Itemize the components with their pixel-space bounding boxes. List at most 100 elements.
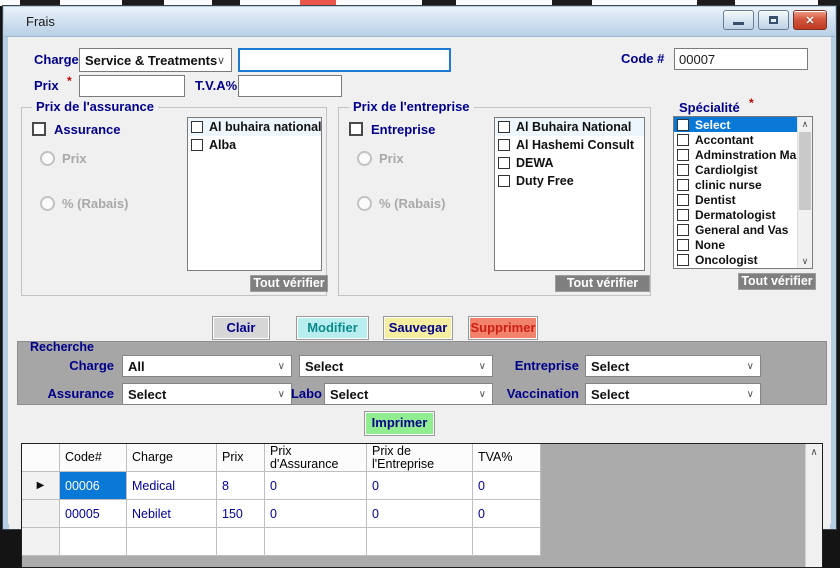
checkbox-icon[interactable] <box>677 209 689 221</box>
scrollbar-thumb[interactable] <box>799 132 811 210</box>
list-item[interactable]: Select <box>674 117 797 132</box>
assurance-check-all-button[interactable]: Tout vérifier <box>250 275 328 292</box>
grid-cell[interactable]: 0 <box>367 472 473 500</box>
checkbox-icon[interactable] <box>677 194 689 206</box>
charge-name-input[interactable] <box>238 48 451 72</box>
specialite-checklist[interactable]: ∧ ∨ SelectAccontantAdminstration MaCardi… <box>673 116 813 269</box>
prix-input[interactable] <box>79 75 185 97</box>
grid-cell[interactable]: 0 <box>265 500 367 528</box>
checkbox-icon[interactable] <box>498 139 510 151</box>
assurance-prix-radio-label: Prix <box>62 151 87 166</box>
specialite-check-all-button[interactable]: Tout vérifier <box>738 273 816 290</box>
checkbox-icon[interactable] <box>498 157 510 169</box>
entreprise-checkbox[interactable] <box>349 122 363 136</box>
recherche-labo-combobox[interactable]: Select ∨ <box>324 383 493 405</box>
checkbox-icon[interactable] <box>677 239 689 251</box>
grid-cell[interactable]: Nebilet <box>127 500 217 528</box>
grid-header-cell[interactable]: Code# <box>60 444 127 472</box>
assurance-rabais-radio[interactable] <box>40 196 55 211</box>
list-item[interactable]: Adminstration Ma <box>674 147 797 162</box>
minimize-button[interactable] <box>723 10 754 30</box>
grid-cell[interactable]: Medical <box>127 472 217 500</box>
recherche-charge-type-combobox[interactable]: Select ∨ <box>299 355 493 377</box>
checkbox-icon[interactable] <box>498 175 510 187</box>
assurance-prix-radio[interactable] <box>40 151 55 166</box>
list-item[interactable]: Al buhaira national <box>188 118 321 136</box>
list-item[interactable]: Alba <box>188 136 321 154</box>
tva-input[interactable] <box>238 75 342 97</box>
checkbox-icon[interactable] <box>677 149 689 161</box>
grid-cell[interactable] <box>217 528 265 556</box>
frais-datagrid[interactable]: Code#ChargePrixPrix d'AssurancePrix de l… <box>21 443 823 568</box>
checkbox-icon[interactable] <box>677 119 689 131</box>
modifier-button[interactable]: Modifier <box>296 316 369 340</box>
scroll-up-icon[interactable]: ∧ <box>806 444 822 461</box>
grid-header-cell[interactable]: Prix d'Assurance <box>265 444 367 472</box>
recherche-assurance-combobox[interactable]: Select ∨ <box>122 383 292 405</box>
list-item[interactable]: Cardiolgist <box>674 162 797 177</box>
assurance-checkbox[interactable] <box>32 122 46 136</box>
scroll-up-icon[interactable]: ∧ <box>798 117 812 131</box>
entreprise-rabais-radio[interactable] <box>357 196 372 211</box>
grid-cell[interactable]: 0 <box>473 472 541 500</box>
scroll-down-icon[interactable]: ∨ <box>798 254 812 268</box>
checkbox-icon[interactable] <box>498 121 510 133</box>
checkbox-icon[interactable] <box>677 179 689 191</box>
list-item[interactable]: Dermatologist <box>674 207 797 222</box>
entreprise-check-all-button[interactable]: Tout vérifier <box>555 275 650 292</box>
specialite-scrollbar[interactable]: ∧ ∨ <box>797 117 812 268</box>
grid-header-cell[interactable]: Prix <box>217 444 265 472</box>
list-item[interactable]: Al Buhaira National <box>495 118 644 136</box>
grid-cell[interactable]: 00006 <box>60 472 127 500</box>
list-item[interactable]: Oncologist <box>674 252 797 267</box>
checkbox-icon[interactable] <box>677 134 689 146</box>
maximize-button[interactable] <box>758 10 789 30</box>
recherche-charge-combobox[interactable]: All ∨ <box>122 355 292 377</box>
assurance-checklist[interactable]: Al buhaira nationalAlba <box>187 117 322 271</box>
checkbox-icon[interactable] <box>191 121 203 133</box>
checkbox-icon[interactable] <box>191 139 203 151</box>
checkbox-icon[interactable] <box>677 254 689 266</box>
recherche-entreprise-combobox[interactable]: Select ∨ <box>585 355 761 377</box>
grid-cell[interactable]: 0 <box>473 500 541 528</box>
supprimer-button[interactable]: Supprimer <box>468 316 538 340</box>
title-bar[interactable]: Frais ✕ <box>4 7 835 37</box>
grid-header-cell[interactable]: TVA% <box>473 444 541 472</box>
clair-button[interactable]: Clair <box>212 316 270 340</box>
grid-cell[interactable]: 150 <box>217 500 265 528</box>
list-item[interactable]: None <box>674 237 797 252</box>
code-input[interactable] <box>674 48 808 70</box>
grid-cell[interactable]: 0 <box>265 472 367 500</box>
list-item[interactable]: Accontant <box>674 132 797 147</box>
sauvegar-button[interactable]: Sauvegar <box>383 316 453 340</box>
grid-cell[interactable] <box>60 528 127 556</box>
list-item[interactable]: Al Hashemi Consult <box>495 136 644 154</box>
list-item[interactable]: Duty Free <box>495 172 644 190</box>
row-selector-arrow-icon[interactable]: ▶ <box>22 472 60 500</box>
grid-cell[interactable] <box>265 528 367 556</box>
list-item[interactable]: clinic nurse <box>674 177 797 192</box>
checkbox-icon[interactable] <box>677 164 689 176</box>
row-header-cell[interactable] <box>22 500 60 528</box>
grid-header-cell[interactable]: Prix de l'Entreprise <box>367 444 473 472</box>
grid-cell[interactable]: 0 <box>367 500 473 528</box>
list-item[interactable]: Dentist <box>674 192 797 207</box>
grid-cell[interactable] <box>127 528 217 556</box>
grid-scrollbar[interactable]: ∧ <box>805 444 822 567</box>
grid-cell[interactable] <box>473 528 541 556</box>
list-item[interactable]: General and Vas <box>674 222 797 237</box>
charge-combobox[interactable]: Service & Treatments ∨ <box>79 48 232 72</box>
checkbox-icon[interactable] <box>677 224 689 236</box>
grid-header-cell[interactable]: Charge <box>127 444 217 472</box>
grid-cell[interactable]: 00005 <box>60 500 127 528</box>
row-header-cell[interactable] <box>22 444 60 472</box>
row-header-cell[interactable] <box>22 528 60 556</box>
close-button[interactable]: ✕ <box>793 10 827 30</box>
recherche-vaccination-combobox[interactable]: Select ∨ <box>585 383 761 405</box>
grid-cell[interactable] <box>367 528 473 556</box>
entreprise-checklist[interactable]: Al Buhaira NationalAl Hashemi ConsultDEW… <box>494 117 645 271</box>
grid-cell[interactable]: 8 <box>217 472 265 500</box>
entreprise-prix-radio[interactable] <box>357 151 372 166</box>
imprimer-button[interactable]: Imprimer <box>364 411 435 436</box>
list-item[interactable]: DEWA <box>495 154 644 172</box>
